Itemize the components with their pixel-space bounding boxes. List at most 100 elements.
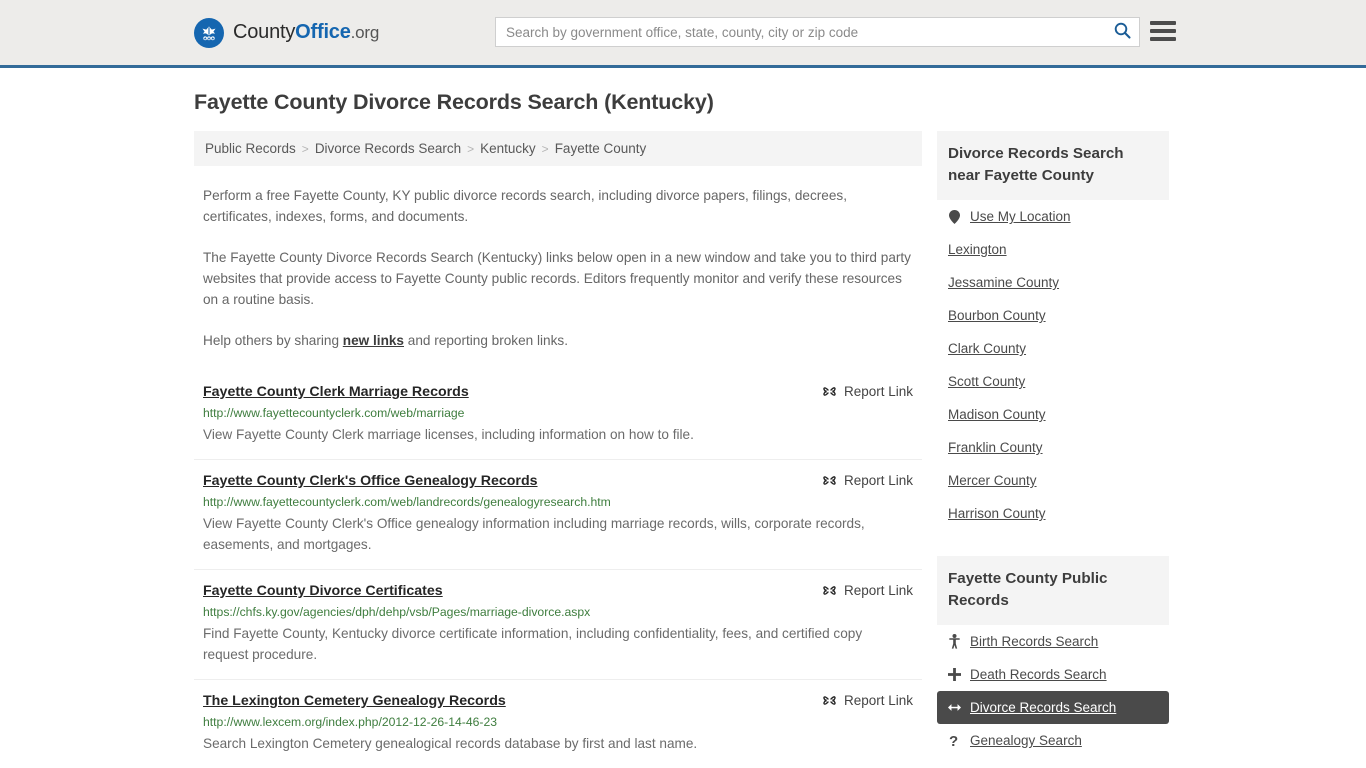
intro-paragraph-2: The Fayette County Divorce Records Searc… <box>203 250 911 307</box>
sidebar-nearby-list-item: Madison County <box>937 398 1169 431</box>
sidebar-item-mercer-county[interactable]: Mercer County <box>937 464 1169 497</box>
sidebar-nearby-list-item: Clark County <box>937 332 1169 365</box>
breadcrumb-separator: > <box>467 141 475 156</box>
result-title-link[interactable]: Fayette County Clerk's Office Genealogy … <box>203 472 538 490</box>
report-link-button[interactable]: Report Link <box>822 692 913 708</box>
sidebar-item-label: Death Records Search <box>970 667 1107 682</box>
report-link-label: Report Link <box>843 693 913 708</box>
sidebar-records-list-item: Divorce Records Search <box>937 691 1169 724</box>
result-url-link[interactable]: http://www.lexcem.org/index.php/2012-12-… <box>203 715 913 729</box>
page-container: Fayette County Divorce Records Search (K… <box>0 90 1366 768</box>
result-description: View Fayette County Clerk's Office genea… <box>203 516 865 552</box>
sidebar-records-list-item: ? Genealogy Search <box>937 724 1169 757</box>
sidebar-nearby-list-item: Jessamine County <box>937 266 1169 299</box>
baby-icon <box>948 634 961 649</box>
sidebar-item-death-records-search[interactable]: Death Records Search <box>937 658 1169 691</box>
sidebar-item-use-my-location[interactable]: Use My Location <box>937 200 1169 233</box>
site-logo-link[interactable]: CountyOffice.org <box>194 17 379 48</box>
intro-p3-after: and reporting broken links. <box>404 333 568 348</box>
sidebar-item-label: Genealogy Search <box>970 733 1082 748</box>
breadcrumb-item-kentucky[interactable]: Kentucky <box>480 141 536 156</box>
result-url-link[interactable]: http://www.fayettecountyclerk.com/web/la… <box>203 495 913 509</box>
sidebar-item-clark-county[interactable]: Clark County <box>937 332 1169 365</box>
intro-paragraph-3: Help others by sharing new links and rep… <box>203 330 913 351</box>
breadcrumb-item-fayette-county: Fayette County <box>554 141 647 156</box>
site-logo-text: CountyOffice.org <box>233 21 379 44</box>
intro-section: Perform a free Fayette County, KY public… <box>194 185 922 351</box>
broken-link-icon <box>822 583 837 598</box>
sidebar-item-scott-county[interactable]: Scott County <box>937 365 1169 398</box>
sidebar-item-franklin-county[interactable]: Franklin County <box>937 431 1169 464</box>
result-item: Fayette County Divorce Certificates Repor… <box>194 569 922 679</box>
sidebar-nearby-list-item: Bourbon County <box>937 299 1169 332</box>
intro-paragraph-1: Perform a free Fayette County, KY public… <box>203 188 847 224</box>
question-mark-icon: ? <box>948 733 961 748</box>
sidebar-records-list-item: Death Records Search <box>937 658 1169 691</box>
sidebar-nearby-list-item: Lexington <box>937 233 1169 266</box>
report-link-label: Report Link <box>843 473 913 488</box>
report-link-label: Report Link <box>843 583 913 598</box>
report-link-button[interactable]: Report Link <box>822 472 913 488</box>
left-right-arrow-icon <box>948 702 961 713</box>
hamburger-menu-icon-bar <box>1150 21 1176 25</box>
result-description: View Fayette County Clerk marriage licen… <box>203 427 694 442</box>
sidebar-item-jessamine-county[interactable]: Jessamine County <box>937 266 1169 299</box>
sidebar-public-records-title: Fayette County Public Records <box>937 556 1169 625</box>
breadcrumb-item-public-records[interactable]: Public Records <box>205 141 296 156</box>
result-item: The Lexington Cemetery Genealogy Records… <box>194 679 922 768</box>
page-title: Fayette County Divorce Records Search (K… <box>194 90 714 114</box>
result-header: Fayette County Divorce Certificates Repor… <box>203 582 913 600</box>
main-column: Public Records > Divorce Records Search … <box>194 131 922 768</box>
broken-link-icon <box>822 384 837 399</box>
hamburger-menu-icon-bar <box>1150 37 1176 41</box>
sidebar-nearby-list-item: Harrison County <box>937 497 1169 530</box>
sidebar-item-label: Divorce Records Search <box>970 700 1117 715</box>
search-bar[interactable] <box>495 17 1140 47</box>
sidebar-public-records-list: Birth Records Search Death Records Search… <box>937 625 1169 757</box>
sidebar-item-label: Bourbon County <box>948 308 1046 323</box>
search-icon <box>1114 22 1131 42</box>
report-link-button[interactable]: Report Link <box>822 383 913 399</box>
broken-link-icon <box>822 693 837 708</box>
sidebar-records-list-item: Birth Records Search <box>937 625 1169 658</box>
sidebar-item-label: Franklin County <box>948 440 1043 455</box>
map-pin-icon <box>948 209 961 224</box>
sidebar-item-divorce-records-search[interactable]: Divorce Records Search <box>937 691 1169 724</box>
sidebar-item-label: Birth Records Search <box>970 634 1099 649</box>
hamburger-menu-icon-bar <box>1150 29 1176 33</box>
sidebar-nearby-list-item: Scott County <box>937 365 1169 398</box>
brand-part-org: .org <box>350 23 380 42</box>
result-url-link[interactable]: https://chfs.ky.gov/agencies/dph/dehp/vs… <box>203 605 913 619</box>
sidebar: Divorce Records Search near Fayette Coun… <box>937 131 1169 757</box>
hamburger-menu-button[interactable] <box>1150 19 1176 43</box>
eagle-stars-logo-icon <box>194 17 224 48</box>
sidebar-item-label: Clark County <box>948 341 1027 356</box>
sidebar-item-harrison-county[interactable]: Harrison County <box>937 497 1169 530</box>
sidebar-nearby-list-item: Use My Location <box>937 200 1169 233</box>
breadcrumb-item-divorce-records-search[interactable]: Divorce Records Search <box>315 141 461 156</box>
sidebar-item-bourbon-county[interactable]: Bourbon County <box>937 299 1169 332</box>
result-title-link[interactable]: The Lexington Cemetery Genealogy Records <box>203 692 506 710</box>
new-links-link[interactable]: new links <box>343 333 404 348</box>
brand-part-county: County <box>233 21 296 43</box>
result-title-link[interactable]: Fayette County Clerk Marriage Records <box>203 383 469 401</box>
result-title-link[interactable]: Fayette County Divorce Certificates <box>203 582 443 600</box>
sidebar-item-label: Lexington <box>948 242 1007 257</box>
report-link-button[interactable]: Report Link <box>822 582 913 598</box>
sidebar-item-label: Jessamine County <box>948 275 1060 290</box>
sidebar-item-madison-county[interactable]: Madison County <box>937 398 1169 431</box>
sidebar-item-genealogy-search[interactable]: ? Genealogy Search <box>937 724 1169 757</box>
result-item: Fayette County Clerk Marriage Records Rep… <box>194 371 922 459</box>
svg-text:?: ? <box>949 733 958 748</box>
search-input[interactable] <box>496 18 1105 46</box>
report-link-label: Report Link <box>843 384 913 399</box>
breadcrumb-separator: > <box>301 141 309 156</box>
search-button[interactable] <box>1105 18 1139 46</box>
sidebar-item-lexington[interactable]: Lexington <box>937 233 1169 266</box>
brand-part-office: Office <box>295 21 351 43</box>
sidebar-nearby-list: Use My Location Lexington Jessamine County… <box>937 200 1169 530</box>
sidebar-item-birth-records-search[interactable]: Birth Records Search <box>937 625 1169 658</box>
result-url-link[interactable]: http://www.fayettecountyclerk.com/web/ma… <box>203 406 913 420</box>
results-list: Fayette County Clerk Marriage Records Rep… <box>194 371 922 768</box>
result-header: Fayette County Clerk Marriage Records Rep… <box>203 383 913 401</box>
